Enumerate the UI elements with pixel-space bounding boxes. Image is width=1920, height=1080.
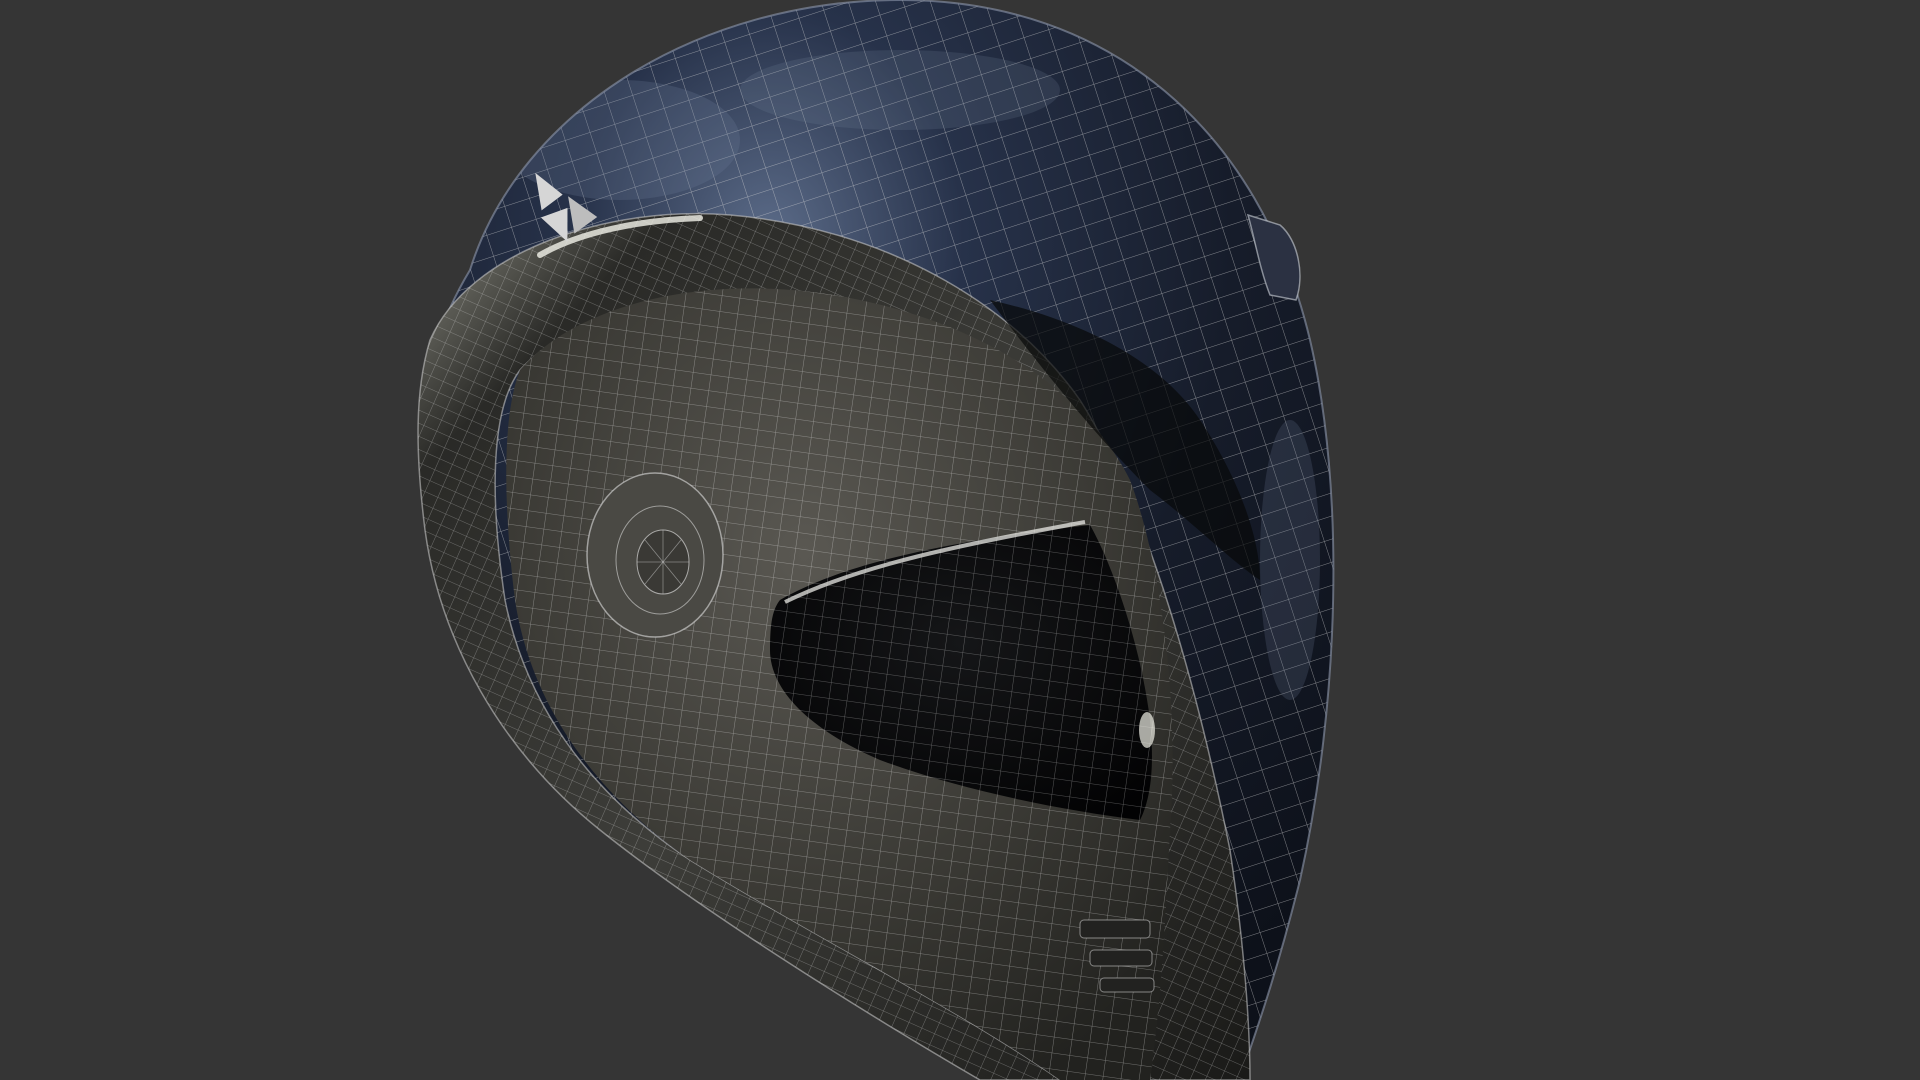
ear-pad [586, 472, 724, 638]
3d-viewport[interactable] [0, 0, 1920, 1080]
viewport-canvas[interactable] [0, 0, 1920, 1080]
